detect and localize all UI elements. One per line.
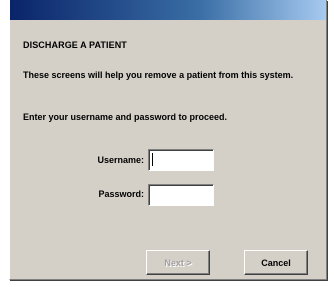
dialog-heading: DISCHARGE A PATIENT [23,40,127,50]
username-field[interactable] [148,149,214,171]
text-cursor [152,153,153,166]
next-button[interactable]: Next > [146,250,210,275]
intro-text: These screens will help you remove a pat… [23,70,294,80]
cancel-button[interactable]: Cancel [244,250,308,275]
dialog-titlebar[interactable] [10,0,326,20]
instruction-text: Enter your username and password to proc… [23,112,228,122]
password-field[interactable] [148,184,214,206]
password-label: Password: [98,189,144,199]
discharge-dialog: DISCHARGE A PATIENT These screens will h… [9,0,327,280]
username-label: Username: [97,155,144,165]
